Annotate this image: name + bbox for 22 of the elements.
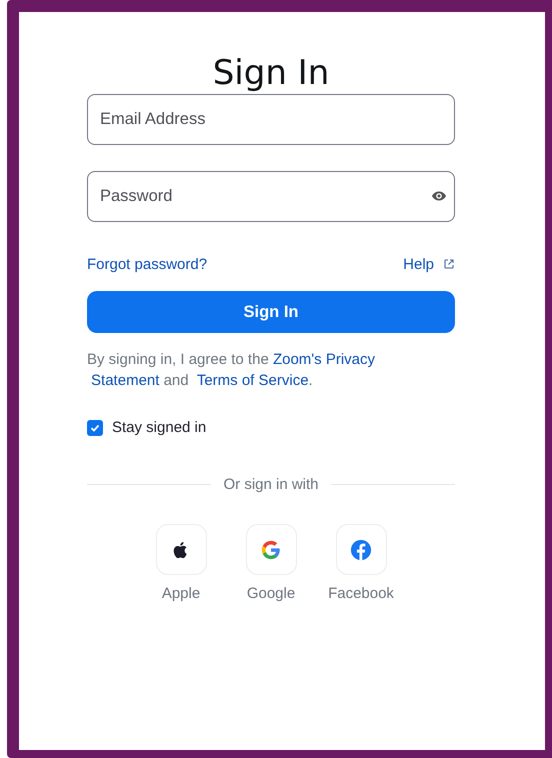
forgot-password-link[interactable]: Forgot password?	[87, 256, 208, 272]
provider-label: Facebook	[328, 585, 394, 602]
terms-link[interactable]: Statement	[91, 370, 160, 391]
terms-link[interactable]: Terms of Service	[196, 370, 309, 391]
facebook-sign-in-button[interactable]	[336, 524, 386, 575]
email-field[interactable]: Email Address	[87, 94, 455, 145]
stay-signed-in-label: Stay signed in	[112, 419, 206, 436]
terms-text: By signing in, I agree to the Zoom's Privacy Statement and Terms of Service.	[87, 349, 376, 391]
google-icon	[261, 540, 281, 560]
help-link[interactable]: Help	[403, 256, 434, 272]
divider-label: Or sign in with	[223, 476, 319, 493]
apple-sign-in-button[interactable]	[156, 524, 206, 575]
terms-link[interactable]: Zoom's Privacy	[272, 349, 376, 370]
provider-label: Apple	[162, 585, 200, 602]
provider-label: Google	[246, 585, 296, 602]
sign-in-button[interactable]: Sign In	[87, 291, 455, 333]
checkbox[interactable]	[87, 420, 103, 436]
password-field[interactable]: Password	[87, 171, 455, 222]
google-sign-in-button[interactable]	[246, 524, 296, 575]
external-link-icon	[443, 258, 455, 270]
facebook-icon	[350, 538, 372, 560]
page-title: Sign In	[212, 52, 330, 94]
